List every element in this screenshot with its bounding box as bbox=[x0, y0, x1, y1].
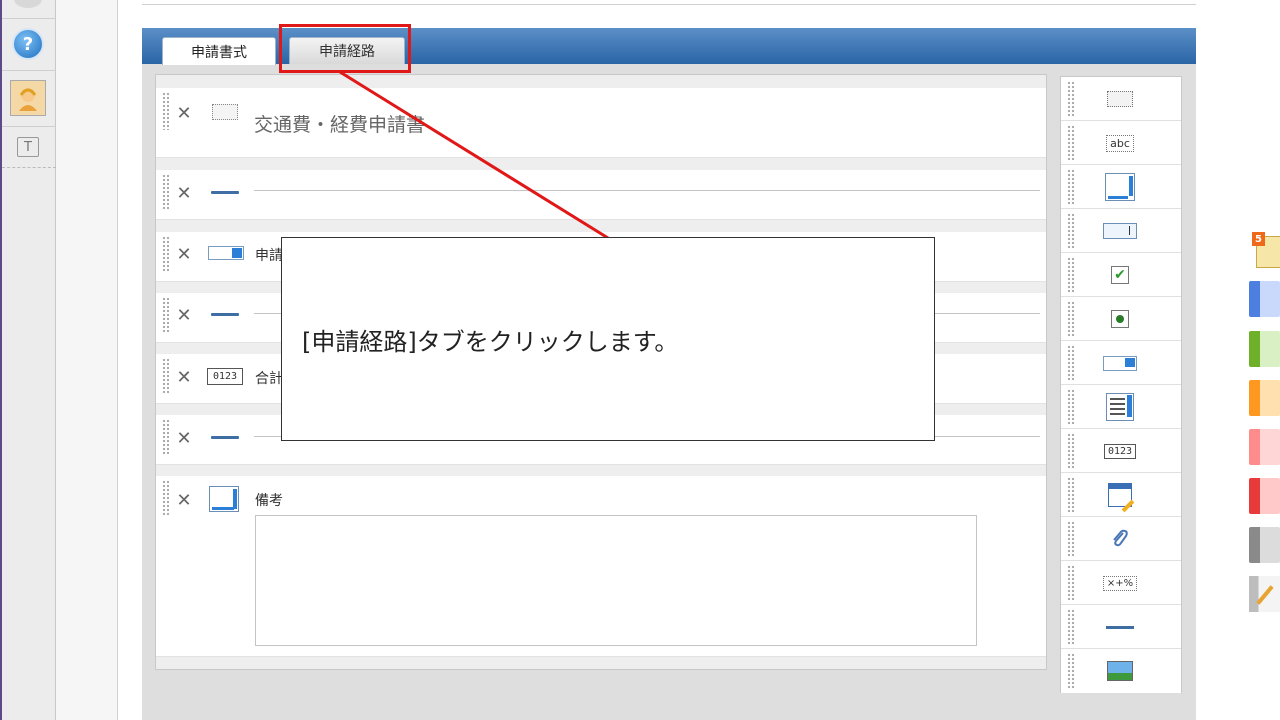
delete-icon: ✕ bbox=[176, 427, 192, 449]
paperclip-icon bbox=[1113, 529, 1128, 547]
number-field-icon: 0123 bbox=[207, 368, 243, 385]
palette-divider[interactable] bbox=[1061, 605, 1181, 649]
listbox-icon bbox=[1106, 393, 1134, 421]
drag-handle[interactable] bbox=[162, 297, 170, 333]
drag-handle[interactable] bbox=[162, 236, 170, 272]
calendar-edit-icon bbox=[1108, 483, 1135, 513]
divider-icon bbox=[1106, 625, 1134, 629]
color-swatch-gray[interactable] bbox=[1249, 527, 1280, 563]
color-swatch-blue[interactable] bbox=[1249, 281, 1280, 317]
palette-textarea-field[interactable] bbox=[1061, 165, 1181, 209]
delete-row-button[interactable]: ✕ bbox=[174, 427, 194, 449]
select-field-icon bbox=[1103, 355, 1137, 371]
pencil-icon[interactable] bbox=[1249, 576, 1280, 612]
palette-checkbox[interactable]: ✔ bbox=[1061, 253, 1181, 297]
tab-application-route[interactable]: 申請経路 bbox=[289, 37, 405, 64]
calculation-icon-text: ×+% bbox=[1106, 577, 1134, 589]
palette-input-field[interactable] bbox=[1061, 209, 1181, 253]
divider-icon bbox=[211, 313, 239, 316]
form-row-divider[interactable] bbox=[156, 170, 1046, 220]
sidebar-separator bbox=[2, 126, 56, 127]
select-field-icon bbox=[208, 246, 244, 260]
divider-line bbox=[254, 190, 1040, 191]
drag-handle[interactable] bbox=[162, 92, 170, 130]
sidebar-dashed-divider bbox=[2, 167, 56, 168]
palette-attachment[interactable] bbox=[1061, 517, 1181, 561]
text-label-icon: abc bbox=[1106, 134, 1134, 152]
drag-handle[interactable] bbox=[162, 358, 170, 394]
checkbox-icon: ✔ bbox=[1111, 266, 1129, 284]
delete-row-button[interactable]: ✕ bbox=[174, 489, 194, 511]
image-icon bbox=[1107, 661, 1133, 681]
delete-row-button[interactable]: ✕ bbox=[174, 366, 194, 388]
delete-row-button[interactable]: ✕ bbox=[174, 304, 194, 326]
color-swatch-red[interactable] bbox=[1249, 478, 1280, 514]
delete-row-button[interactable]: ✕ bbox=[174, 102, 194, 124]
drag-handle[interactable] bbox=[162, 480, 170, 516]
help-icon-glyph: ? bbox=[22, 33, 34, 55]
drag-handle[interactable] bbox=[162, 419, 170, 455]
select-field-label: 申請 bbox=[255, 248, 283, 264]
sidebar-separator bbox=[2, 70, 56, 71]
textarea-field-label: 備考 bbox=[255, 493, 283, 509]
text-label-icon-text: abc bbox=[1110, 136, 1130, 150]
calculation-icon: ×+% bbox=[1102, 575, 1138, 591]
palette-image[interactable] bbox=[1061, 649, 1181, 693]
title-field-icon bbox=[1107, 91, 1133, 107]
delete-row-button[interactable]: ✕ bbox=[174, 243, 194, 265]
title-field-icon bbox=[212, 104, 238, 120]
text-tool-icon[interactable]: T bbox=[17, 137, 39, 157]
divider-icon bbox=[211, 191, 239, 194]
tab-application-route-label: 申請経路 bbox=[319, 44, 375, 60]
delete-icon: ✕ bbox=[176, 102, 192, 124]
number-field-icon-text: 0123 bbox=[212, 371, 238, 382]
tab-application-format-label: 申請書式 bbox=[191, 44, 247, 61]
palette-calculation[interactable]: ×+% bbox=[1061, 561, 1181, 605]
input-field-icon bbox=[1103, 223, 1137, 239]
text-tool-glyph: T bbox=[24, 139, 32, 155]
palette-select-field[interactable] bbox=[1061, 341, 1181, 385]
palette-radio-button[interactable] bbox=[1061, 297, 1181, 341]
delete-icon: ✕ bbox=[176, 243, 192, 265]
color-swatch-pink[interactable] bbox=[1249, 429, 1280, 465]
tab-application-format[interactable]: 申請書式 bbox=[162, 37, 276, 65]
notification-badge: 5 bbox=[1255, 233, 1262, 245]
delete-icon: ✕ bbox=[176, 304, 192, 326]
textarea-icon bbox=[1105, 173, 1135, 201]
palette-listbox[interactable] bbox=[1061, 385, 1181, 429]
delete-icon: ✕ bbox=[176, 489, 192, 511]
palette-date-field[interactable] bbox=[1061, 473, 1181, 517]
layout-margin-strip bbox=[56, 0, 118, 720]
drag-handle[interactable] bbox=[162, 174, 170, 210]
instruction-text: [申請経路]タブをクリックします。 bbox=[302, 328, 679, 356]
number-field-icon-text: 0123 bbox=[1107, 445, 1133, 457]
color-swatch-green[interactable] bbox=[1249, 331, 1280, 367]
top-divider bbox=[142, 4, 1196, 5]
palette-text-field[interactable]: abc bbox=[1061, 121, 1181, 165]
sidebar-separator bbox=[2, 18, 56, 19]
delete-icon: ✕ bbox=[176, 366, 192, 388]
number-field-icon: 0123 bbox=[1103, 443, 1137, 459]
support-operator-icon[interactable] bbox=[10, 80, 46, 116]
notification-icon[interactable]: 5 bbox=[1252, 232, 1280, 268]
color-swatch-orange[interactable] bbox=[1249, 380, 1280, 416]
delete-icon: ✕ bbox=[176, 182, 192, 204]
palette-title-field[interactable] bbox=[1061, 77, 1181, 121]
form-title: 交通費・経費申請書 bbox=[254, 114, 426, 136]
instruction-callout: [申請経路]タブをクリックします。 bbox=[281, 237, 935, 441]
textarea-field-icon bbox=[209, 486, 239, 512]
divider-icon bbox=[211, 436, 239, 439]
delete-row-button[interactable]: ✕ bbox=[174, 182, 194, 204]
remarks-textarea[interactable] bbox=[255, 515, 977, 646]
radio-button-icon bbox=[1111, 310, 1129, 328]
help-icon[interactable]: ? bbox=[12, 28, 44, 60]
palette-number-field[interactable]: 0123 bbox=[1061, 429, 1181, 473]
number-field-label: 合計 bbox=[255, 371, 283, 387]
